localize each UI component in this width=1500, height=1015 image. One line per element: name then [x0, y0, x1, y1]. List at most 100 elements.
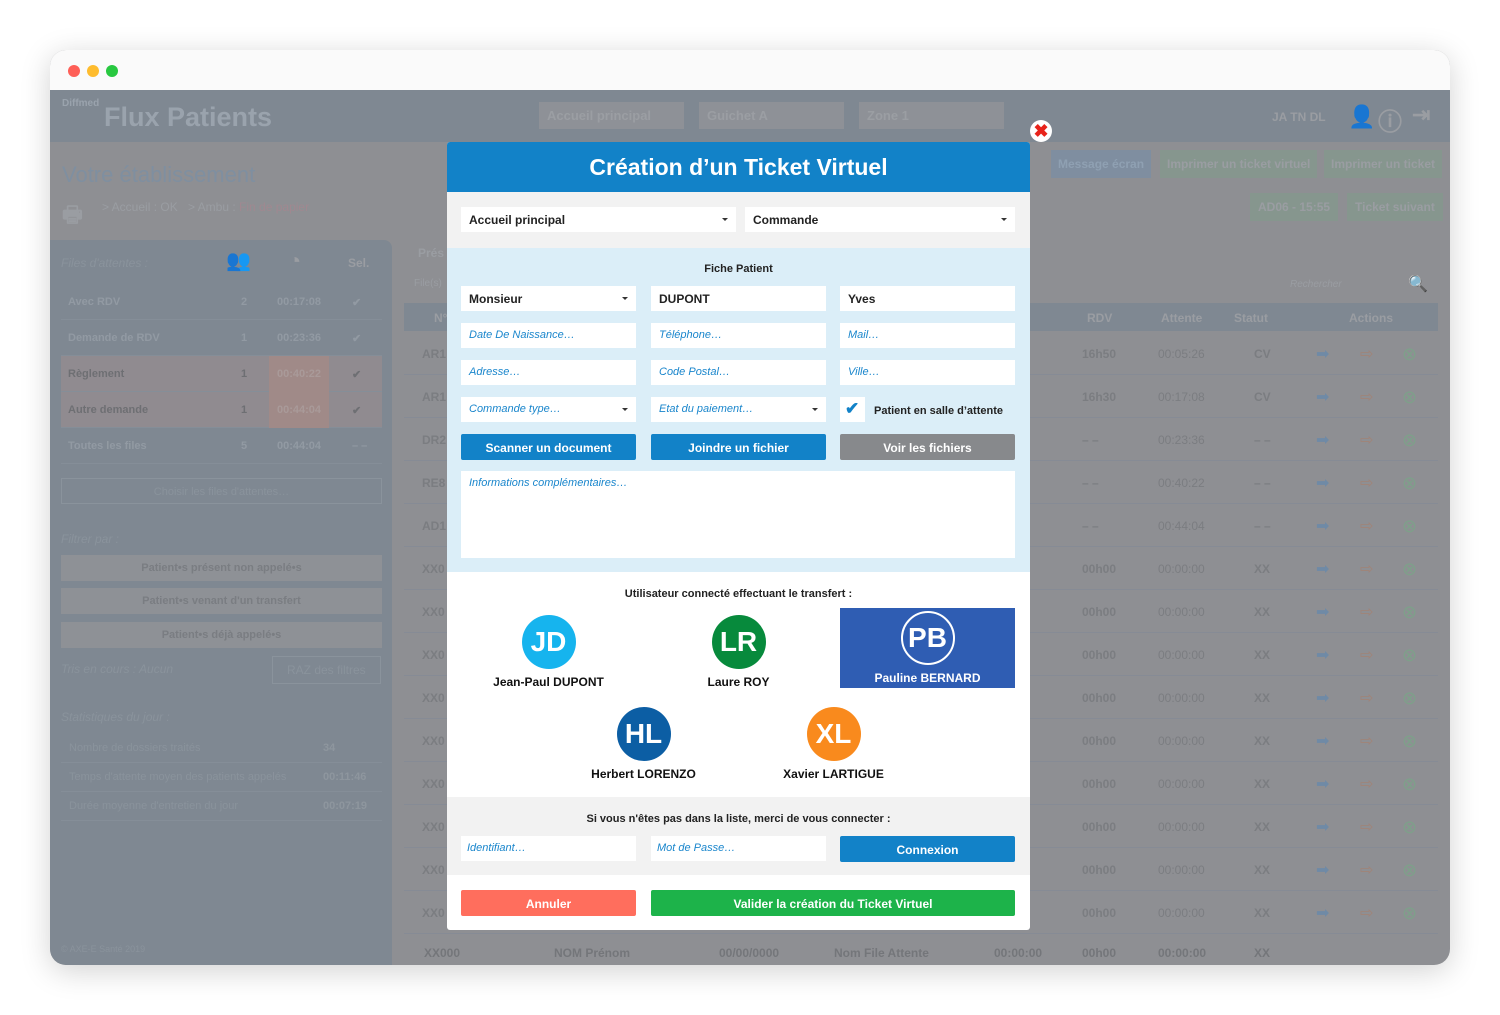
transfer-patient-icon[interactable]: ⇨ — [1360, 430, 1382, 450]
queue-select-check[interactable]: ✔ — [352, 332, 361, 345]
cancel-ticket-icon[interactable]: ⊗ — [1402, 430, 1424, 450]
cancel-ticket-icon[interactable]: ⊗ — [1402, 602, 1424, 622]
table-row[interactable]: XX000 NOM Prénom 00/00/0000 Nom File Att… — [404, 938, 1438, 965]
call-patient-icon[interactable]: ➡ — [1316, 688, 1338, 708]
login-input[interactable]: Identifiant… — [461, 836, 636, 861]
print-ticket-button[interactable]: Imprimer un ticket — [1324, 150, 1443, 178]
queue-select-check[interactable]: – – — [352, 440, 367, 452]
call-patient-icon[interactable]: ➡ — [1316, 516, 1338, 536]
site-select[interactable]: Accueil principal — [461, 207, 736, 232]
transfer-patient-icon[interactable]: ⇨ — [1360, 559, 1382, 579]
birthdate-input[interactable]: Date De Naissance… — [461, 323, 636, 348]
transfer-patient-icon[interactable]: ⇨ — [1360, 645, 1382, 665]
cancel-button[interactable]: Annuler — [461, 890, 636, 916]
cancel-ticket-icon[interactable]: ⊗ — [1402, 344, 1424, 364]
call-patient-icon[interactable]: ➡ — [1316, 602, 1338, 622]
cancel-ticket-icon[interactable]: ⊗ — [1402, 860, 1424, 880]
col-rdv[interactable]: RDV — [1087, 311, 1112, 325]
call-patient-icon[interactable]: ➡ — [1316, 860, 1338, 880]
transfer-patient-icon[interactable]: ⇨ — [1360, 516, 1382, 536]
scan-document-button[interactable]: Scanner un document — [461, 434, 636, 460]
call-patient-icon[interactable]: ➡ — [1316, 473, 1338, 493]
mail-input[interactable]: Mail… — [840, 323, 1015, 348]
call-patient-icon[interactable]: ➡ — [1316, 817, 1338, 837]
choose-queues-button[interactable]: Choisir les files d'attentes… — [61, 478, 382, 504]
call-patient-icon[interactable]: ➡ — [1316, 645, 1338, 665]
transfer-patient-icon[interactable]: ⇨ — [1360, 473, 1382, 493]
filter-present-not-called[interactable]: Patient•s présent non appelé•s — [61, 555, 382, 581]
user-card[interactable]: JD Jean-Paul DUPONT — [461, 608, 636, 689]
minimize-window-dot[interactable] — [87, 65, 99, 77]
payment-status-select[interactable]: Etat du paiement… — [651, 397, 826, 422]
next-ticket-button[interactable]: Ticket suivant — [1347, 193, 1443, 221]
phone-input[interactable]: Téléphone… — [651, 323, 826, 348]
transfer-patient-icon[interactable]: ⇨ — [1360, 903, 1382, 923]
screen-message-button[interactable]: Message écran — [1051, 150, 1152, 178]
desk-select[interactable]: Guichet A — [699, 102, 844, 129]
col-waiting[interactable]: Attente — [1161, 311, 1202, 325]
call-patient-icon[interactable]: ➡ — [1316, 774, 1338, 794]
filter-already-called[interactable]: Patient•s déjà appelé•s — [61, 622, 382, 648]
reset-filters-button[interactable]: RAZ des filtres — [272, 656, 381, 684]
call-patient-icon[interactable]: ➡ — [1316, 344, 1338, 364]
filter-transfer[interactable]: Patient•s venant d'un transfert — [61, 588, 382, 614]
cancel-ticket-icon[interactable]: ⊗ — [1402, 387, 1424, 407]
user-card[interactable]: LR Laure ROY — [651, 608, 826, 689]
close-window-dot[interactable] — [68, 65, 80, 77]
print-virtual-ticket-button[interactable]: Imprimer un ticket virtuel — [1160, 150, 1318, 178]
attach-file-button[interactable]: Joindre un fichier — [651, 434, 826, 460]
col-number[interactable]: N° — [434, 311, 447, 325]
connect-button[interactable]: Connexion — [840, 836, 1015, 862]
cancel-ticket-icon[interactable]: ⊗ — [1402, 516, 1424, 536]
cancel-ticket-icon[interactable]: ⊗ — [1402, 559, 1424, 579]
zip-input[interactable]: Code Postal… — [651, 360, 826, 385]
lastname-input[interactable]: DUPONT — [651, 286, 826, 311]
order-type-select[interactable]: Commande type… — [461, 397, 636, 422]
queue-select-check[interactable]: ✔ — [352, 368, 361, 381]
maximize-window-dot[interactable] — [106, 65, 118, 77]
cancel-ticket-icon[interactable]: ⊗ — [1402, 731, 1424, 751]
search-icon[interactable]: 🔍 — [1408, 274, 1428, 294]
site-select[interactable]: Accueil principal — [539, 102, 684, 129]
transfer-patient-icon[interactable]: ⇨ — [1360, 344, 1382, 364]
queue-row[interactable]: Avec RDV 2 00:17:08 ✔ — [61, 284, 382, 320]
motif-select[interactable]: Commande — [745, 207, 1015, 232]
call-patient-icon[interactable]: ➡ — [1316, 387, 1338, 407]
info-icon[interactable]: ⓘ — [1378, 102, 1402, 137]
cancel-ticket-icon[interactable]: ⊗ — [1402, 774, 1424, 794]
cancel-ticket-icon[interactable]: ⊗ — [1402, 473, 1424, 493]
call-patient-icon[interactable]: ➡ — [1316, 559, 1338, 579]
close-modal-icon[interactable]: ✖ — [1030, 120, 1052, 142]
call-patient-icon[interactable]: ➡ — [1316, 430, 1338, 450]
queue-row[interactable]: Toutes les files 5 00:44:04 – – — [61, 428, 382, 464]
additional-info-textarea[interactable]: Informations complémentaires… — [461, 471, 1015, 558]
view-files-button[interactable]: Voir les fichiers — [840, 434, 1015, 460]
cancel-ticket-icon[interactable]: ⊗ — [1402, 817, 1424, 837]
transfer-patient-icon[interactable]: ⇨ — [1360, 602, 1382, 622]
transfer-patient-icon[interactable]: ⇨ — [1360, 817, 1382, 837]
cancel-ticket-icon[interactable]: ⊗ — [1402, 688, 1424, 708]
queue-row[interactable]: Demande de RDV 1 00:23:36 ✔ — [61, 320, 382, 356]
call-patient-icon[interactable]: ➡ — [1316, 731, 1338, 751]
password-input[interactable]: Mot de Passe… — [651, 836, 826, 861]
validate-ticket-button[interactable]: Valider la création du Ticket Virtuel — [651, 890, 1015, 916]
address-input[interactable]: Adresse… — [461, 360, 636, 385]
user-card[interactable]: XL Xavier LARTIGUE — [746, 700, 921, 781]
zone-select[interactable]: Zone 1 — [859, 102, 1004, 129]
transfer-patient-icon[interactable]: ⇨ — [1360, 387, 1382, 407]
waiting-room-checkbox[interactable]: ✔ — [840, 397, 865, 422]
transfer-patient-icon[interactable]: ⇨ — [1360, 731, 1382, 751]
firstname-input[interactable]: Yves — [840, 286, 1015, 311]
queue-row[interactable]: Règlement 1 00:40:22 ✔ — [61, 356, 382, 392]
cancel-ticket-icon[interactable]: ⊗ — [1402, 903, 1424, 923]
city-input[interactable]: Ville… — [840, 360, 1015, 385]
connected-users[interactable]: JA TN DL — [1272, 110, 1326, 124]
col-status[interactable]: Statut — [1234, 311, 1268, 325]
user-icon[interactable]: 👤 — [1348, 104, 1375, 130]
cancel-ticket-icon[interactable]: ⊗ — [1402, 645, 1424, 665]
user-card[interactable]: HL Herbert LORENZO — [556, 700, 731, 781]
queue-select-check[interactable]: ✔ — [352, 296, 361, 309]
queue-row[interactable]: Autre demande 1 00:44:04 ✔ — [61, 392, 382, 428]
search-input[interactable]: Rechercher — [1290, 279, 1342, 290]
user-card[interactable]: PB Pauline BERNARD — [840, 608, 1015, 688]
